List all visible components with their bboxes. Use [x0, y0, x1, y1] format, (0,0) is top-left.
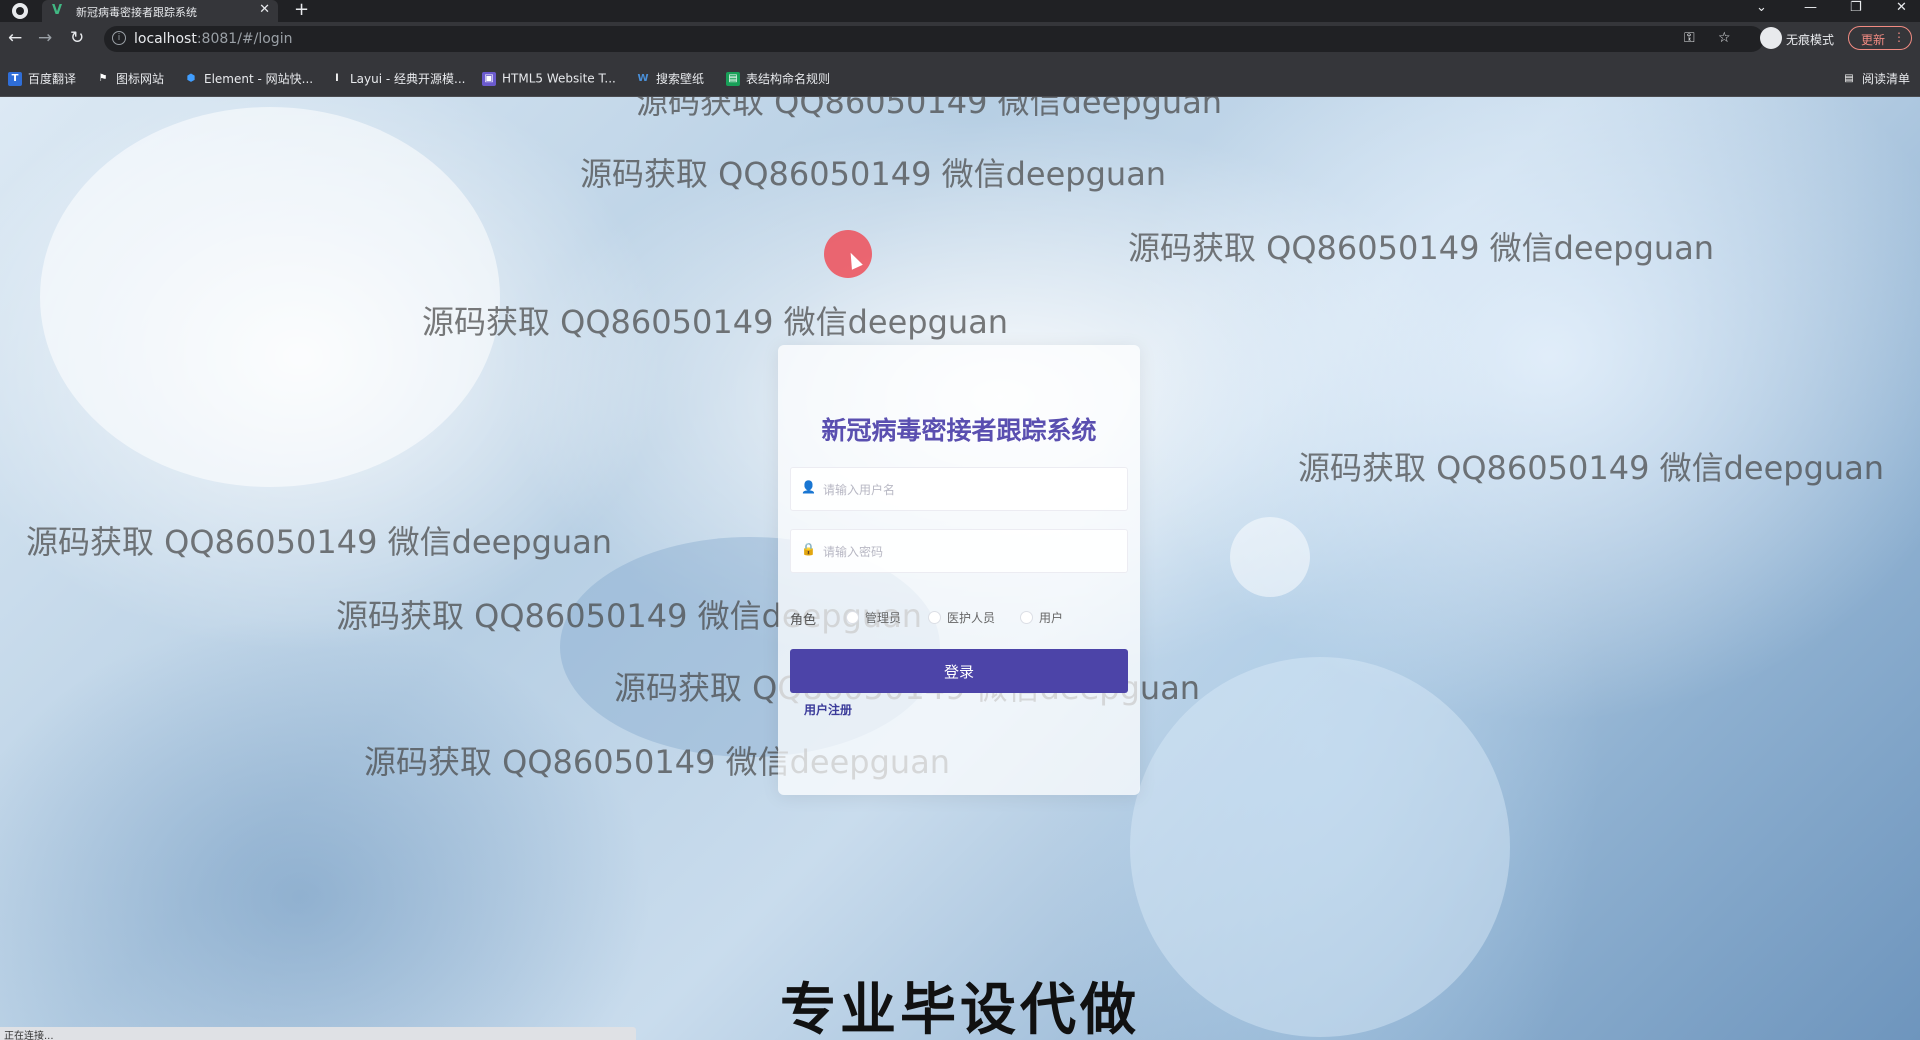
- baidu-translate-icon: T: [8, 71, 22, 86]
- radio-circle[interactable]: [1020, 611, 1033, 624]
- wallpaper-icon: W: [637, 72, 649, 84]
- role-option-label: 医护人员: [947, 611, 996, 625]
- bookmark-label: 搜索壁纸: [656, 72, 705, 86]
- vue-favicon-icon: V: [52, 3, 63, 18]
- bookmark-label: HTML5 Website T...: [502, 71, 616, 86]
- browser-tab[interactable]: V 新冠病毒密接者跟踪系统 ✕: [42, 0, 278, 22]
- bookmark-wallpaper[interactable]: W 搜索壁纸: [636, 68, 705, 86]
- lock-icon: 🔒: [801, 542, 816, 556]
- incognito-icon: [1760, 27, 1782, 49]
- watermark-text: 源码获取 QQ86050149 微信deepguan: [1298, 449, 1885, 487]
- url-path: :8081/#/login: [196, 31, 293, 47]
- bookmark-label: 百度翻译: [28, 72, 77, 86]
- page-background: 源码获取 QQ86050149 微信deepguan 源码获取 QQ860501…: [0, 97, 1920, 1040]
- address-bar[interactable]: i localhost:8081/#/login ⚿ ☆: [104, 26, 1764, 52]
- register-link[interactable]: 用户注册: [804, 701, 852, 718]
- restore-icon[interactable]: ❐: [1850, 0, 1862, 15]
- html5-icon: ▣: [482, 71, 496, 86]
- status-bar: 正在连接...: [0, 1027, 636, 1040]
- role-option-label: 管理员: [865, 611, 902, 625]
- bookmark-icon-site[interactable]: ⚑ 图标网站: [96, 68, 165, 86]
- bookmark-star-icon[interactable]: ☆: [1718, 30, 1731, 46]
- reload-icon[interactable]: ↻: [70, 28, 84, 48]
- password-input[interactable]: [821, 530, 1121, 574]
- login-title: 新冠病毒密接者跟踪系统: [821, 416, 1097, 445]
- forward-icon[interactable]: →: [38, 28, 52, 48]
- username-field[interactable]: 👤: [790, 467, 1128, 512]
- radio-circle[interactable]: [928, 611, 941, 624]
- role-radio-user[interactable]: 用户: [1020, 607, 1063, 627]
- bookmark-label: Element - 网站快...: [204, 72, 314, 86]
- back-icon[interactable]: ←: [8, 28, 22, 48]
- login-button[interactable]: 登录: [790, 649, 1128, 693]
- window-close-icon[interactable]: ✕: [1896, 0, 1907, 15]
- menu-dots-icon: ⋮: [1893, 30, 1905, 44]
- reading-list[interactable]: ▤ 阅读清单: [1842, 68, 1910, 87]
- watermark-text: 源码获取 QQ86050149 微信deepguan: [422, 303, 1009, 341]
- update-label: 更新: [1861, 33, 1886, 47]
- login-card: 新冠病毒密接者跟踪系统 👤 🔒 角色 管理员 医护人员 用户 登录 用户注册: [778, 345, 1140, 795]
- watermark-text: 源码获取 QQ86050149 微信deepguan: [1128, 229, 1715, 267]
- bookmark-layui[interactable]: l Layui - 经典开源模...: [330, 68, 466, 86]
- incognito-label: 无痕模式: [1786, 33, 1835, 47]
- role-option-label: 用户: [1039, 611, 1064, 625]
- watermark-text: 源码获取 QQ86050149 微信deepguan: [580, 155, 1167, 193]
- element-icon: ⬢: [186, 72, 196, 84]
- url-text[interactable]: localhost:8081/#/login: [134, 31, 292, 47]
- browser-logo-icon: [12, 3, 28, 19]
- reading-list-icon: ▤: [1844, 72, 1854, 84]
- update-button[interactable]: 更新 ⋮: [1848, 26, 1912, 50]
- browser-tab-bar: V 新冠病毒密接者跟踪系统 ✕ + ⌄ — ❐ ✕: [0, 0, 1920, 22]
- bookmarks-bar: T 百度翻译 ⚑ 图标网站 ⬢ Element - 网站快... l Layui - 经…: [0, 56, 1920, 97]
- site-info-icon[interactable]: i: [112, 31, 126, 45]
- watermark-text: 源码获取 QQ86050149 微信deepguan: [636, 97, 1223, 121]
- tab-search-icon[interactable]: ⌄: [1756, 0, 1767, 15]
- key-icon[interactable]: ⚿: [1684, 30, 1695, 46]
- bookmark-table-naming[interactable]: ▤ 表结构命名规则: [726, 68, 831, 86]
- username-input[interactable]: [821, 468, 1121, 512]
- bookmark-html5[interactable]: ▣ HTML5 Website T...: [482, 68, 616, 86]
- url-host: localhost: [134, 31, 197, 47]
- layui-icon: l: [335, 72, 339, 84]
- role-radio-medical-staff[interactable]: 医护人员: [928, 607, 995, 627]
- bookmark-label: 表结构命名规则: [746, 72, 831, 86]
- tab-title: 新冠病毒密接者跟踪系统: [76, 6, 197, 19]
- bookmark-label: 图标网站: [116, 72, 165, 86]
- tab-close-icon[interactable]: ✕: [259, 2, 270, 17]
- password-field[interactable]: 🔒: [790, 529, 1128, 574]
- flag-icon: ⚑: [98, 72, 108, 84]
- role-label: 角色: [790, 613, 817, 628]
- minimize-icon[interactable]: —: [1804, 0, 1817, 15]
- browser-toolbar: ← → ↻ i localhost:8081/#/login ⚿ ☆ 无痕模式 …: [0, 22, 1920, 56]
- table-icon: ▤: [726, 71, 740, 86]
- new-tab-icon[interactable]: +: [294, 0, 309, 20]
- status-text: 正在连接...: [4, 1031, 54, 1040]
- droplet-shape: [1230, 517, 1310, 597]
- role-radio-admin[interactable]: 管理员: [846, 607, 901, 627]
- reading-list-label: 阅读清单: [1861, 72, 1910, 86]
- bookmark-baidu-translate[interactable]: T 百度翻译: [8, 68, 77, 86]
- bookmark-label: Layui - 经典开源模...: [350, 72, 466, 86]
- watermark-text: 源码获取 QQ86050149 微信deepguan: [26, 523, 613, 561]
- user-icon: 👤: [801, 480, 816, 494]
- radio-circle[interactable]: [846, 611, 859, 624]
- role-selector: 角色 管理员 医护人员 用户: [790, 607, 1128, 628]
- bookmark-element[interactable]: ⬢ Element - 网站快...: [184, 68, 314, 86]
